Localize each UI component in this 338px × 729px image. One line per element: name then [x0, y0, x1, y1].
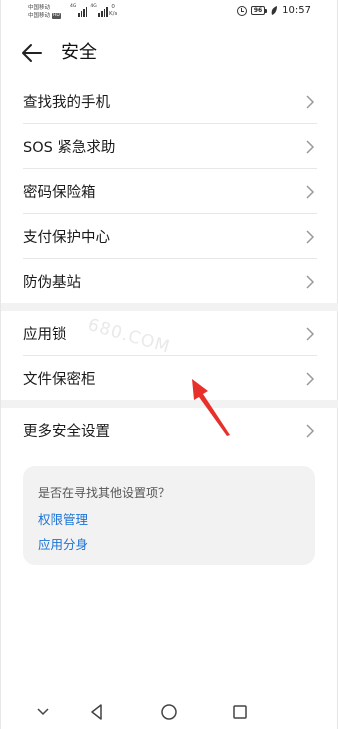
home-circle-icon[interactable] [159, 702, 179, 722]
settings-item-file-safe[interactable]: 文件保密柜 [1, 356, 338, 401]
settings-item-password-vault[interactable]: 密码保险箱 [1, 169, 338, 214]
settings-group-3: 更多安全设置 [1, 408, 338, 453]
chevron-right-icon [306, 327, 315, 341]
link-app-twin[interactable]: 应用分身 [38, 534, 88, 553]
back-button[interactable] [19, 40, 45, 66]
phone-screen: 中国移动 中国移动 HD 4G 4G 0 K/s 96 10:57 安全 查找我… [0, 0, 338, 729]
battery-icon: 96 [250, 6, 268, 15]
annotation-arrow-icon [192, 379, 230, 436]
recents-square-icon[interactable] [230, 702, 250, 722]
network-speed-value: 0 [111, 4, 115, 10]
carrier-2: 中国移动 [28, 13, 51, 19]
chevron-right-icon [306, 275, 315, 289]
app-header: 安全 [1, 36, 338, 70]
settings-item-label: 密码保险箱 [23, 185, 96, 201]
chevron-right-icon [306, 95, 315, 109]
settings-item-find-my-phone[interactable]: 查找我的手机 [1, 79, 338, 124]
settings-item-label: 更多安全设置 [23, 424, 110, 440]
status-bar: 中国移动 中国移动 HD 4G 4G 0 K/s 96 10:57 [1, 0, 338, 26]
navigation-bar [1, 696, 338, 729]
settings-item-anti-fake-station[interactable]: 防伪基站 [1, 259, 338, 304]
battery-level: 96 [250, 6, 266, 15]
network-speed: 0 K/s [109, 4, 117, 18]
section-separator [1, 400, 338, 408]
signal-indicators: 4G 4G [70, 4, 108, 17]
chevron-down-icon[interactable] [33, 702, 53, 722]
settings-group-2: 应用锁 文件保密柜 [1, 311, 338, 401]
status-right: 96 10:57 [236, 5, 311, 16]
clock: 10:57 [282, 5, 311, 16]
chevron-right-icon [306, 424, 315, 438]
link-permission-management[interactable]: 权限管理 [38, 509, 88, 528]
network-speed-unit: K/s [109, 11, 118, 17]
back-triangle-icon[interactable] [87, 702, 107, 722]
network-type-2: 4G [90, 4, 97, 9]
chevron-right-icon [306, 372, 315, 386]
settings-item-sos[interactable]: SOS 紧急求助 [1, 124, 338, 169]
chevron-right-icon [306, 185, 315, 199]
chevron-right-icon [306, 230, 315, 244]
settings-item-label: 文件保密柜 [23, 372, 96, 388]
arrow-left-icon [22, 44, 42, 62]
settings-item-more-security[interactable]: 更多安全设置 [1, 408, 338, 453]
alarm-icon [236, 5, 247, 16]
chevron-right-icon [306, 140, 315, 154]
carrier-1: 中国移动 [28, 5, 51, 11]
suggestion-title: 是否在寻找其他设置项？ [38, 486, 171, 500]
settings-item-label: 应用锁 [23, 327, 67, 343]
settings-group-1: 查找我的手机 SOS 紧急求助 密码保险箱 支付保护中心 防伪基站 [1, 79, 338, 304]
settings-item-label: SOS 紧急求助 [23, 140, 116, 156]
section-separator [1, 303, 338, 311]
settings-item-label: 查找我的手机 [23, 95, 110, 111]
settings-item-label: 支付保护中心 [23, 230, 110, 246]
signal-icon: 4G [90, 4, 108, 17]
signal-icon: 4G [70, 4, 88, 17]
settings-item-label: 防伪基站 [23, 275, 81, 291]
settings-item-app-lock[interactable]: 应用锁 [1, 311, 338, 356]
hd-badge: HD [52, 13, 61, 19]
suggestion-card: 是否在寻找其他设置项？ 权限管理 应用分身 [23, 466, 315, 565]
page-title: 安全 [61, 42, 97, 63]
settings-item-payment-protection[interactable]: 支付保护中心 [1, 214, 338, 259]
charging-leaf-icon [271, 5, 278, 16]
carrier-info: 中国移动 中国移动 HD [28, 4, 61, 20]
network-type-1: 4G [70, 4, 77, 9]
